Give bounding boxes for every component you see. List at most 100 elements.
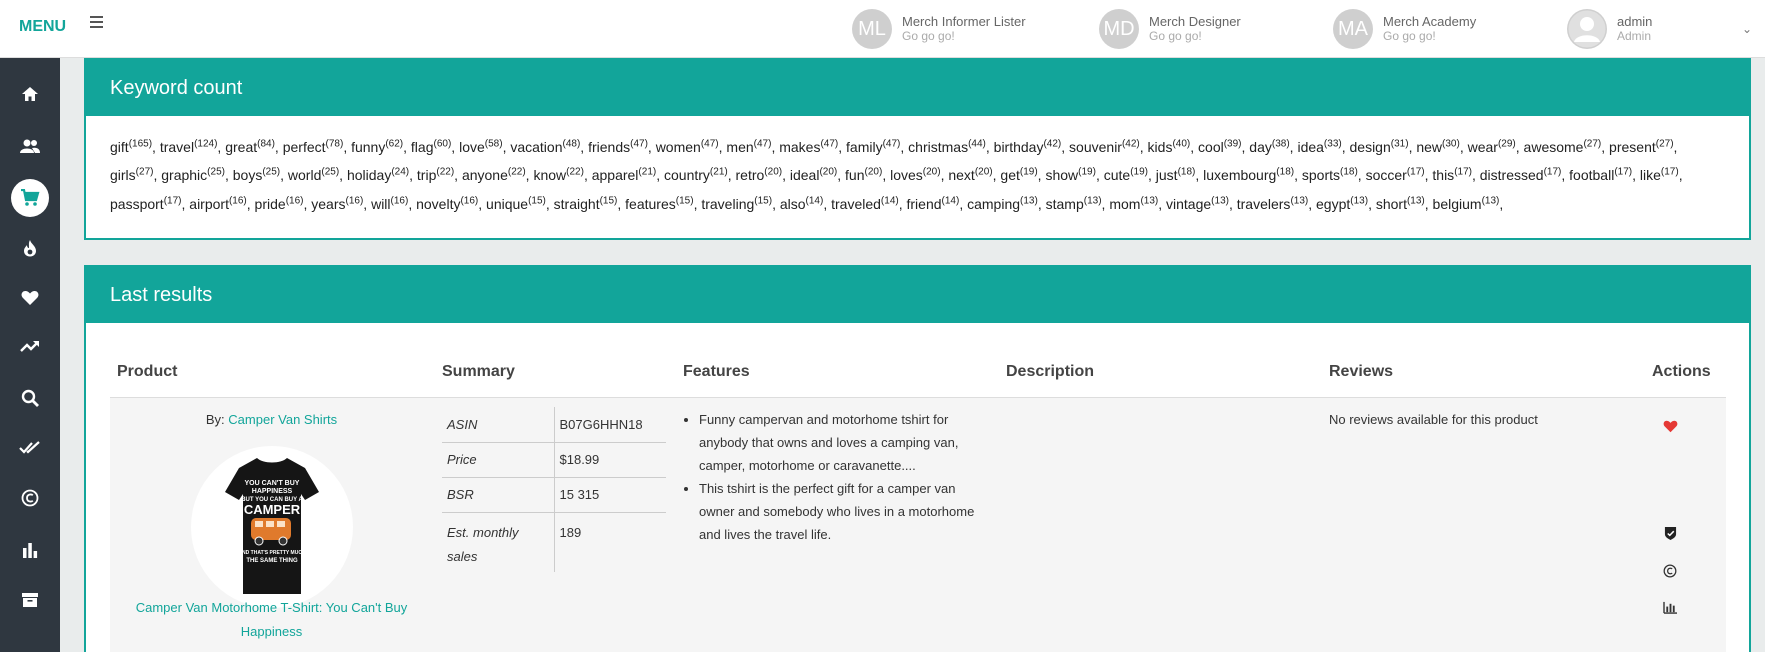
hamburger-icon[interactable] (90, 16, 106, 32)
keyword-word: vintage (1166, 195, 1212, 212)
copyright-icon[interactable] (0, 478, 60, 518)
keyword-count: (22) (566, 166, 584, 178)
shirt-text-6: THE SAME THING (246, 558, 298, 564)
cart-icon[interactable] (0, 178, 60, 218)
keyword-count: (30) (1442, 138, 1460, 149)
keyword-item: family(47), (846, 138, 909, 155)
keyword-count: (13) (1140, 195, 1159, 207)
keyword-item: short(13), (1375, 195, 1433, 212)
col-header-description: Description (1006, 363, 1095, 380)
keyword-count: (13) (1290, 195, 1309, 207)
keyword-count: (42) (1043, 138, 1062, 149)
keyword-count: (16) (460, 195, 479, 207)
user-menu[interactable]: admin Admin (1567, 8, 1652, 50)
keyword-item: traveling(15), (701, 195, 780, 212)
keyword-item: awesome(27), (1523, 138, 1610, 155)
keyword-word: will (371, 195, 391, 212)
archive-icon[interactable] (0, 580, 60, 620)
keyword-item: fun(20), (845, 166, 891, 184)
app-name: Merch Informer Lister (902, 14, 1026, 29)
keyword-item: will(16), (371, 195, 417, 212)
shield-check-icon[interactable] (1660, 524, 1680, 542)
keyword-item: egypt(13), (1316, 195, 1376, 212)
keyword-word: traveling (701, 195, 755, 212)
app-subtitle: Go go go! (902, 29, 955, 43)
keyword-word: pride (254, 195, 286, 212)
summary-value: 15 315 (554, 477, 666, 513)
summary-value: B07G6HHN18 (554, 407, 666, 443)
keyword-item: sports(18), (1301, 166, 1366, 184)
keyword-count: (16) (228, 195, 247, 207)
keyword-word: gift (110, 138, 129, 155)
keyword-word: years (311, 195, 346, 212)
menu-label[interactable]: MENU (19, 18, 66, 36)
keyword-item: also(14), (779, 195, 832, 212)
keyword-item: features(15), (625, 195, 702, 212)
app-merch-designer[interactable]: MD Merch Designer Go go go! (1099, 8, 1241, 50)
bar-chart-icon[interactable] (1660, 598, 1680, 616)
keyword-item: distressed(17), (1479, 166, 1570, 184)
keyword-item: new(30), (1416, 138, 1468, 155)
keyword-item: makes(47), (779, 138, 847, 155)
heart-icon[interactable] (0, 278, 60, 318)
keyword-count: (25) (321, 166, 340, 178)
product-title-link[interactable]: Camper Van Motorhome T-Shirt: You Can't … (120, 596, 423, 644)
keyword-count: (13) (1406, 195, 1425, 207)
home-icon[interactable] (0, 74, 60, 114)
reviews-text: No reviews available for this product (1329, 412, 1538, 427)
keyword-item: know(22), (533, 166, 592, 184)
keyword-count: (42) (1121, 138, 1140, 149)
bar-chart-icon[interactable] (0, 530, 60, 570)
fire-icon[interactable] (0, 228, 60, 268)
keyword-count: (15) (675, 195, 694, 207)
keyword-word: stamp (1045, 195, 1084, 212)
copyright-icon[interactable] (1660, 562, 1680, 580)
double-check-icon[interactable] (0, 428, 60, 468)
keyword-word: travel (159, 138, 195, 155)
keyword-count: (84) (257, 138, 275, 149)
keyword-count: (25) (262, 166, 281, 178)
keyword-count: (20) (819, 166, 838, 178)
keyword-item: friend(14), (906, 195, 968, 212)
keyword-count: (17) (1660, 166, 1679, 178)
chevron-down-icon[interactable]: ⌄ (1742, 22, 1752, 36)
favorite-heart-icon[interactable] (1660, 418, 1680, 434)
product-image[interactable]: YOU CAN'T BUY HAPPINESS BUT YOU CAN BUY … (191, 446, 353, 608)
keyword-item: wear(29), (1467, 138, 1524, 155)
shirt-text-2: HAPPINESS (252, 488, 293, 495)
users-icon[interactable] (0, 126, 60, 166)
search-icon[interactable] (0, 378, 60, 418)
keyword-count: (47) (700, 138, 719, 149)
keyword-item: camping(13), (967, 195, 1046, 212)
keyword-item: just(18), (1155, 166, 1204, 184)
keyword-count: (47) (882, 138, 901, 149)
keyword-item: loves(20), (890, 166, 949, 184)
keyword-word: flag (410, 138, 434, 155)
app-avatar: ML (852, 9, 892, 49)
keyword-item: straight(15), (553, 195, 626, 212)
keyword-item: apparel(21), (591, 166, 664, 184)
keyword-count: (29) (1497, 138, 1516, 149)
app-merch-academy[interactable]: MA Merch Academy Go go go! (1333, 8, 1476, 50)
keyword-word: straight (553, 195, 600, 212)
keyword-word: family (846, 138, 883, 155)
summary-row-bsr: BSR 15 315 (442, 477, 666, 513)
keyword-word: features (625, 195, 676, 212)
app-merch-informer-lister[interactable]: ML Merch Informer Lister Go go go! (852, 8, 1026, 50)
keyword-word: girls (110, 167, 136, 184)
keyword-item: women(47), (655, 138, 727, 155)
keyword-item: holiday(24), (346, 166, 417, 184)
keyword-item: day(38), (1249, 138, 1298, 155)
brand-link[interactable]: Camper Van Shirts (228, 412, 337, 427)
keyword-item: cool(39), (1198, 138, 1250, 155)
keyword-item: birthday(42), (993, 138, 1070, 155)
keyword-item: kids(40), (1147, 138, 1199, 155)
keyword-word: men (726, 138, 754, 155)
top-bar: MENU ML Merch Informer Lister Go go go! M… (0, 0, 1765, 58)
keyword-count: (22) (507, 166, 526, 178)
by-label: By: (205, 412, 225, 427)
keyword-count: (27) (1655, 138, 1674, 149)
keyword-count: (14) (880, 195, 899, 207)
trending-up-icon[interactable] (0, 326, 60, 366)
keyword-word: boys (232, 167, 263, 184)
